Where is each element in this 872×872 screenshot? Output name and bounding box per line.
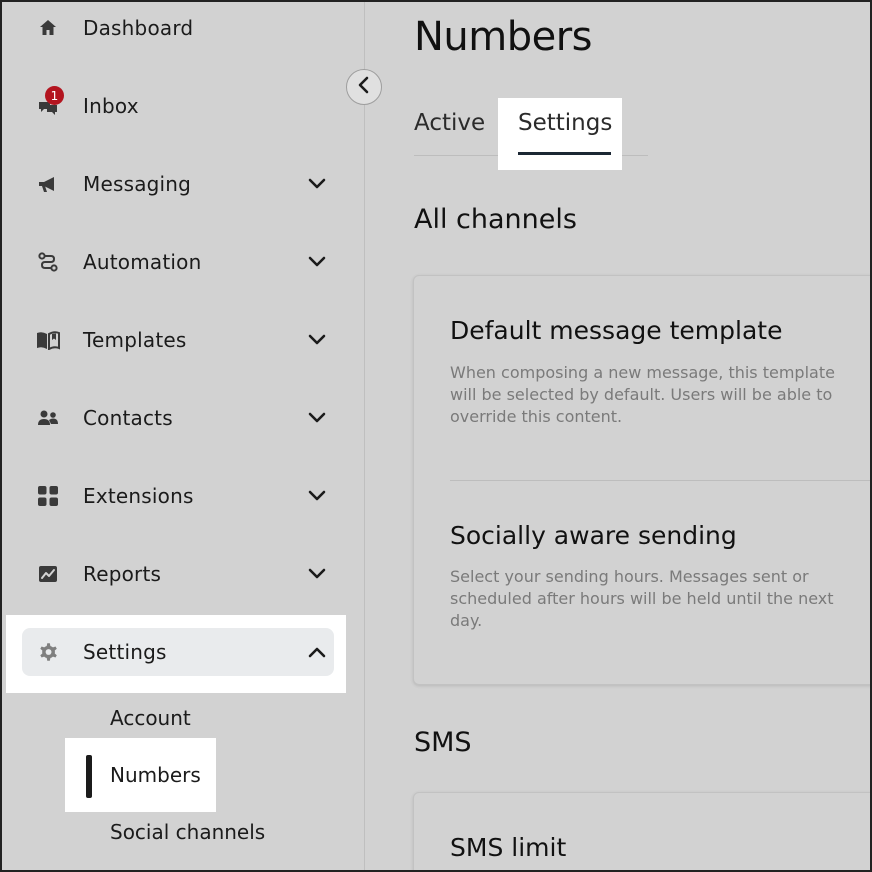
chart-icon	[36, 562, 60, 586]
sidebar-subitem-numbers[interactable]: Numbers	[110, 763, 201, 787]
sidebar-item-dashboard[interactable]: Dashboard	[22, 4, 334, 52]
card-title-sms-limit: SMS limit	[450, 833, 567, 862]
sidebar-item-label: Reports	[83, 562, 162, 586]
book-icon	[36, 328, 60, 352]
all-channels-card: Default message template When composing …	[413, 275, 872, 685]
gear-icon	[36, 640, 60, 664]
inbox-icon: 1	[36, 86, 64, 118]
home-icon	[36, 16, 60, 40]
megaphone-icon	[36, 172, 60, 196]
sidebar-item-extensions[interactable]: Extensions	[22, 472, 334, 520]
sidebar-item-label: Dashboard	[83, 16, 194, 40]
chevron-down-icon[interactable]	[306, 563, 328, 585]
card-title-socially-aware: Socially aware sending	[450, 521, 737, 550]
card-desc-default-template: When composing a new message, this templ…	[450, 363, 835, 426]
sidebar-subitem-social-channels[interactable]: Social channels	[110, 820, 265, 844]
sidebar-item-label: Inbox	[83, 94, 139, 118]
active-indicator	[86, 755, 92, 798]
sidebar-item-templates[interactable]: Templates	[22, 316, 334, 364]
chevron-left-icon	[357, 76, 371, 98]
contacts-icon	[36, 406, 60, 430]
section-title-sms: SMS	[414, 727, 472, 758]
grid-icon	[36, 484, 60, 508]
sidebar-item-label: Contacts	[83, 406, 173, 430]
inbox-badge: 1	[45, 86, 64, 105]
sms-card: SMS limit	[413, 792, 872, 872]
sidebar: Dashboard 1 Inbox Messaging Automation T…	[0, 0, 365, 872]
page-title: Numbers	[414, 14, 593, 60]
sidebar-subitem-account[interactable]: Account	[110, 706, 191, 730]
sidebar-item-label: Messaging	[83, 172, 192, 196]
chevron-down-icon[interactable]	[306, 407, 328, 429]
sidebar-item-label: Settings	[83, 640, 167, 664]
sidebar-item-automation[interactable]: Automation	[22, 238, 334, 286]
sidebar-item-label: Templates	[83, 328, 187, 352]
card-divider	[450, 480, 872, 481]
card-title-default-template: Default message template	[450, 316, 783, 345]
sidebar-item-inbox[interactable]: 1 Inbox	[22, 82, 334, 130]
chevron-down-icon[interactable]	[306, 329, 328, 351]
chevron-down-icon[interactable]	[306, 173, 328, 195]
active-tab-underline	[518, 152, 611, 155]
sidebar-item-messaging[interactable]: Messaging	[22, 160, 334, 208]
collapse-sidebar-button[interactable]	[346, 69, 382, 105]
section-title-all-channels: All channels	[414, 204, 577, 235]
sidebar-item-settings[interactable]: Settings	[22, 628, 334, 676]
main-content: Numbers Active Settings All channels Def…	[366, 0, 872, 872]
tab-settings[interactable]: Settings	[518, 110, 612, 136]
chevron-up-icon[interactable]	[306, 641, 328, 663]
automation-icon	[36, 250, 60, 274]
sidebar-item-label: Extensions	[83, 484, 194, 508]
sidebar-item-label: Automation	[83, 250, 202, 274]
card-desc-socially-aware: Select your sending hours. Messages sent…	[450, 567, 834, 630]
chevron-down-icon[interactable]	[306, 251, 328, 273]
sidebar-item-reports[interactable]: Reports	[22, 550, 334, 598]
chevron-down-icon[interactable]	[306, 485, 328, 507]
sidebar-item-contacts[interactable]: Contacts	[22, 394, 334, 442]
tab-active[interactable]: Active	[414, 110, 485, 136]
